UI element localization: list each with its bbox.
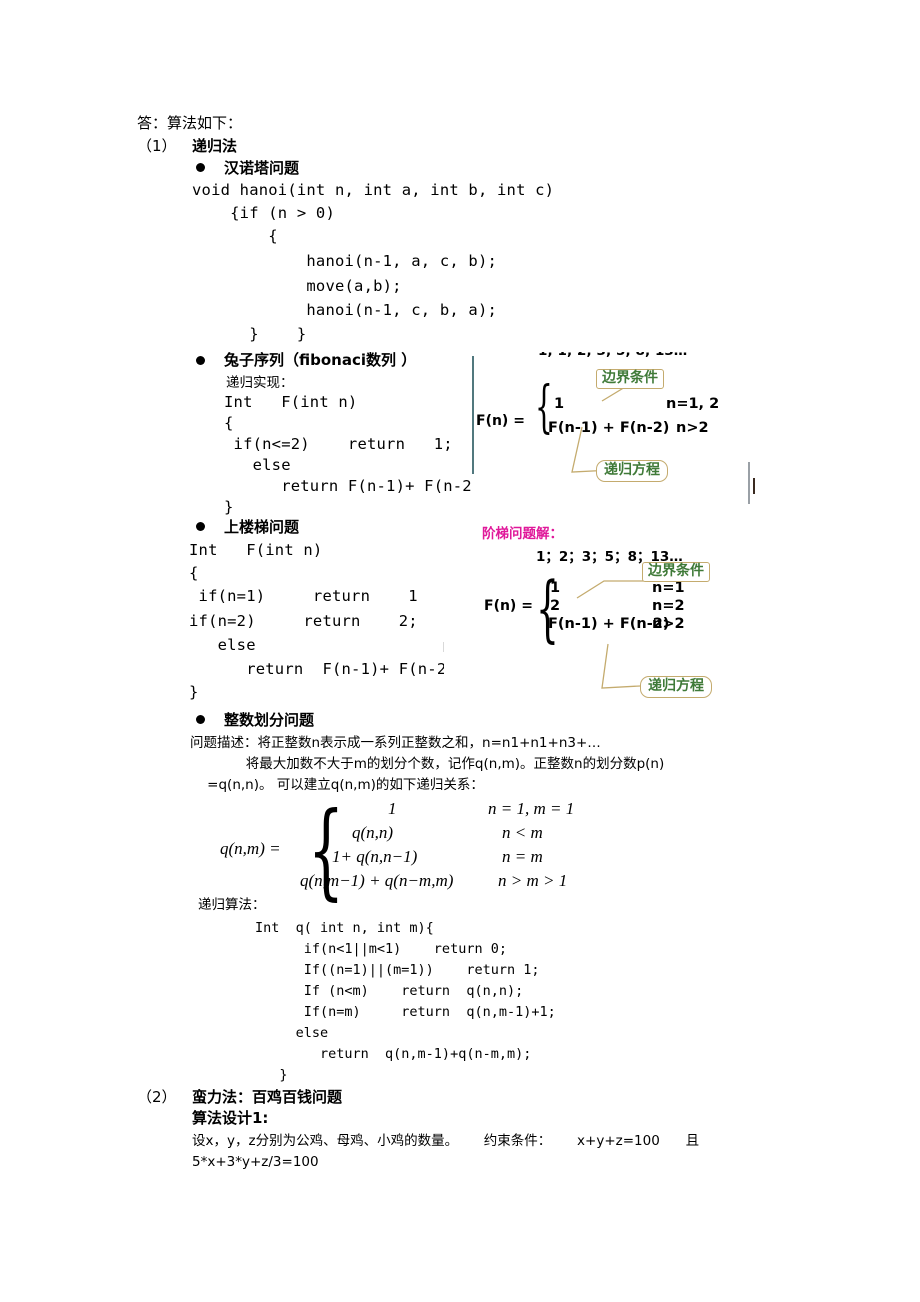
section-2-number: （2） — [137, 1088, 177, 1106]
fibonacci-code-line-1: { — [224, 414, 234, 432]
fibonacci-code-line-3: else — [224, 456, 291, 474]
stairs-code-line-3: if(n=2) return 2; — [189, 612, 418, 630]
figure-edge-artifact-tick — [753, 478, 755, 494]
stairs-code-line-1: { — [189, 564, 199, 582]
fibonacci-code-line-0: Int F(int n) — [224, 393, 358, 411]
figure-fibonacci-case-1-cond: n>2 — [676, 420, 709, 436]
partition-code-line-3: If (n<m) return q(n,n); — [255, 983, 524, 999]
partition-desc-line-0: 问题描述：将正整数n表示成一系列正整数之和，n=n1+n1+n3+… — [190, 735, 601, 751]
hanoi-code-line-2: { — [192, 227, 278, 245]
figure-edge-artifact — [748, 462, 750, 504]
partition-code-line-1: if(n<1||m<1) return 0; — [255, 941, 507, 957]
fibonacci-impl-label: 递归实现： — [226, 375, 294, 391]
fibonacci-code-line-5: } — [224, 498, 234, 516]
figure-stairs-case-0-expr: 1 — [550, 580, 561, 596]
hanoi-code-line-5: hanoi(n-1, c, b, a); — [192, 301, 498, 319]
stairs-code-line-0: Int F(int n) — [189, 541, 323, 559]
partition-formula: q(n,m) = { 1 n = 1, m = 1 q(n,n) n < m 1… — [200, 795, 620, 905]
hanoi-code-line-1: {if (n > 0) — [192, 204, 335, 222]
partition-code-line-5: else — [255, 1025, 329, 1041]
hanoi-bullet-label: 汉诺塔问题 — [224, 159, 300, 177]
hanoi-code-line-6: } } — [192, 325, 307, 343]
figure-stairs-case-0-cond: n=1 — [652, 580, 685, 596]
figure-stairs-callout-boundary: 边界条件 — [642, 562, 710, 582]
section-1-number: （1） — [137, 137, 177, 155]
document-page: 答：算法如下： （1） 递归法 汉诺塔问题 void hanoi(int n, … — [0, 0, 920, 1302]
intro-line: 答：算法如下： — [137, 114, 243, 132]
figure-fibonacci-lhs: F(n) = — [476, 413, 525, 429]
stairs-code-line-6: } — [189, 683, 199, 701]
stairs-code-line-4: else — [189, 636, 256, 654]
section-1-title: 递归法 — [192, 137, 238, 155]
bullet-icon-fibonacci — [196, 356, 205, 365]
brute-force-design-label: 算法设计1: — [192, 1109, 269, 1127]
figure-stairs-case-1-expr: 2 — [550, 598, 561, 614]
figure-stairs-lhs: F(n) = — [484, 598, 533, 614]
figure-stairs-case-2-cond: n>2 — [652, 616, 685, 632]
hanoi-code-line-4: move(a,b); — [192, 277, 402, 295]
hanoi-code-line-3: hanoi(n-1, a, c, b); — [192, 252, 498, 270]
partition-code-line-6: return q(n,m-1)+q(n-m,m); — [255, 1046, 532, 1062]
figure-fibonacci-case-0-expr: 1 — [554, 396, 565, 412]
bullet-icon-hanoi — [196, 163, 205, 172]
figure-fibonacci-callout-boundary: 边界条件 — [596, 369, 664, 389]
fibonacci-code-line-4: return F(n-1)+ F(n-2); — [224, 477, 491, 495]
partition-formula-lhs: q(n,m) = — [220, 839, 281, 858]
partition-code-line-4: If(n=m) return q(n,m-1)+1; — [255, 1004, 556, 1020]
figure-fibonacci-case-1-expr: F(n-1) + F(n-2) — [548, 420, 670, 436]
partition-code-line-7: } — [255, 1067, 288, 1083]
partition-desc-line-1: 将最大加数不大于m的划分个数，记作q(n,m)。正整数n的划分数p(n) — [190, 756, 665, 772]
partition-formula-case-1-cond: n < m — [502, 823, 543, 842]
bullet-icon-stairs — [196, 522, 205, 531]
partition-algo-label: 递归算法： — [198, 897, 266, 913]
partition-formula-case-3-cond: n > m > 1 — [498, 871, 568, 890]
figure-stairs-callout-equation: 递归方程 — [640, 676, 712, 698]
partition-formula-case-0-cond: n = 1, m = 1 — [488, 799, 575, 818]
partition-formula-case-2-expr: 1+ q(n,n−1) — [332, 847, 418, 866]
bullet-icon-partition — [196, 715, 205, 724]
section-2-title: 蛮力法：百鸡百钱问题 — [192, 1088, 343, 1106]
figure-fibonacci-callout-equation: 递归方程 — [596, 460, 668, 482]
partition-code-line-0: Int q( int n, int m){ — [255, 920, 434, 936]
fibonacci-bullet-label: 兔子序列（fibonaci数列 ） — [224, 351, 417, 369]
figure-stairs-recurrence: 阶梯问题解： 1；2；3；5；8；13… { F(n) = 1 n=1 2 n=… — [444, 518, 736, 718]
partition-bullet-label: 整数划分问题 — [224, 711, 315, 729]
hanoi-code-line-0: void hanoi(int n, int a, int b, int c) — [192, 181, 555, 199]
partition-formula-case-0-expr: 1 — [388, 799, 397, 818]
figure-fibonacci-case-0-cond: n=1, 2 — [666, 396, 720, 412]
fibonacci-code-line-2: if(n<=2) return 1; — [224, 435, 453, 453]
partition-formula-case-3-expr: q(n,m−1) + q(n−m,m) — [300, 871, 454, 890]
brute-force-line-1: 5*x+3*y+z/3=100 — [192, 1154, 319, 1170]
stairs-code-line-5: return F(n-1)+ F(n-2); — [189, 660, 466, 678]
partition-formula-case-1-expr: q(n,n) — [352, 823, 394, 842]
partition-formula-case-2-cond: n = m — [502, 847, 543, 866]
figure-fibonacci-recurrence: 1; 1; 2; 3; 5; 8; 13… { F(n) = 1 n=1, 2 … — [472, 352, 744, 510]
brute-force-line-0: 设x，y，z分别为公鸡、母鸡、小鸡的数量。 约束条件： x+y+z=100 且 — [192, 1133, 700, 1149]
stairs-code-line-2: if(n=1) return 1 — [189, 587, 418, 605]
stairs-bullet-label: 上楼梯问题 — [224, 518, 300, 536]
figure-stairs-case-1-cond: n=2 — [652, 598, 685, 614]
partition-code-line-2: If((n=1)||(m=1)) return 1; — [255, 962, 540, 978]
